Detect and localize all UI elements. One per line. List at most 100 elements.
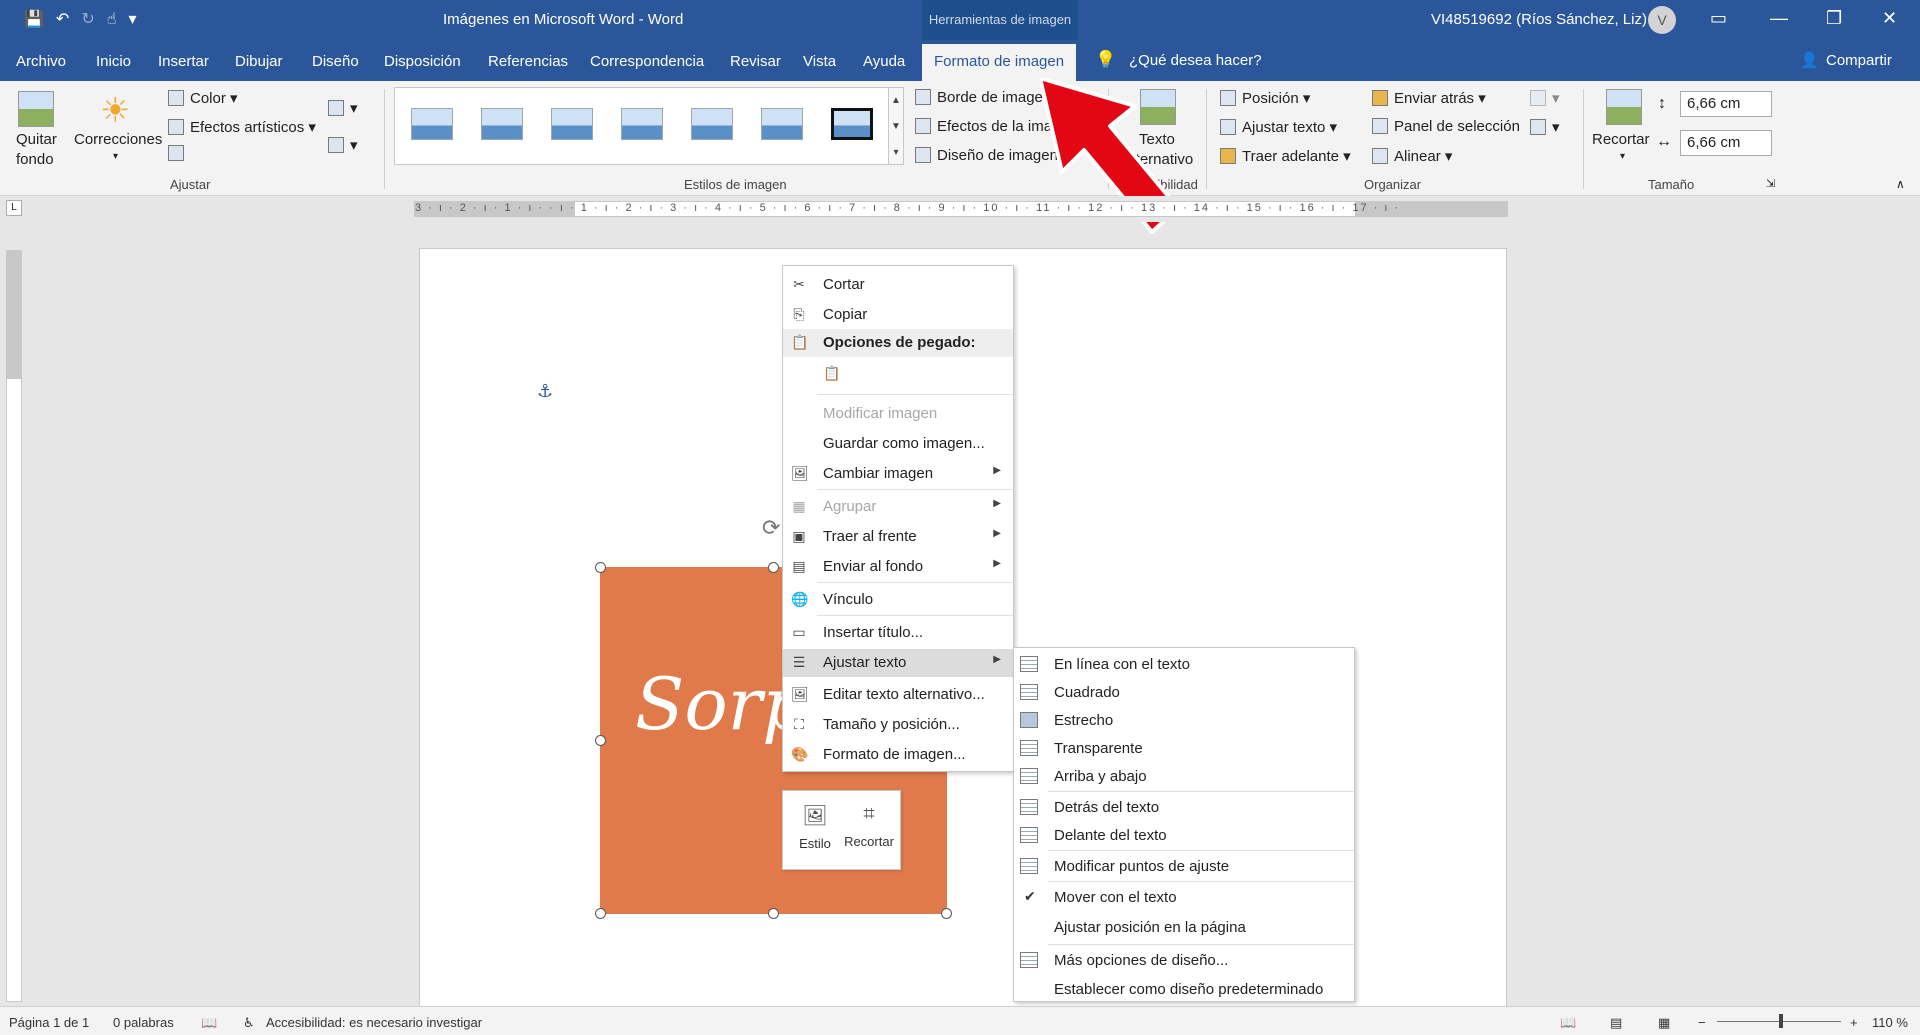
print-layout-icon[interactable]: ▤: [1610, 1015, 1622, 1031]
compress-pictures-button[interactable]: ▾: [328, 99, 358, 117]
redo-icon[interactable]: ↻: [81, 9, 94, 29]
style-thumb-7[interactable]: [831, 108, 873, 140]
tab-archivo[interactable]: Archivo: [16, 53, 66, 70]
close-icon[interactable]: ✕: [1882, 8, 1897, 29]
menu-item-formato-imagen[interactable]: 🎨 Formato de imagen...: [783, 741, 1013, 769]
horizontal-ruler[interactable]: 3 · ı · 2 · ı · 1 · ı · · ı · 1 · ı · 2 …: [414, 201, 1508, 217]
menu-item-editar-alt[interactable]: 🖼 Editar texto alternativo...: [783, 681, 1013, 709]
tab-correspondencia[interactable]: Correspondencia: [590, 53, 704, 70]
crop-dropdown-icon[interactable]: ▾: [1620, 151, 1625, 162]
tab-formato-imagen[interactable]: Formato de imagen: [922, 44, 1077, 81]
tab-insertar[interactable]: Insertar: [158, 53, 209, 70]
style-thumb-2[interactable]: [481, 108, 523, 140]
wrap-text-button[interactable]: Ajustar texto ▾: [1220, 118, 1337, 136]
tab-ayuda[interactable]: Ayuda: [863, 53, 905, 70]
wrap-transparente[interactable]: Transparente: [1014, 735, 1354, 763]
align-button[interactable]: Alinear ▾: [1372, 147, 1452, 165]
crop-mini-button[interactable]: ⌗ Recortar: [843, 803, 895, 849]
menu-item-copiar[interactable]: ⎘ Copiar: [783, 301, 1013, 329]
read-mode-icon[interactable]: 📖: [1560, 1015, 1576, 1031]
tab-referencias[interactable]: Referencias: [488, 53, 568, 70]
page-count[interactable]: Página 1 de 1: [9, 1015, 89, 1030]
remove-background-label[interactable]: Quitar: [16, 131, 57, 148]
style-thumb-4[interactable]: [621, 108, 663, 140]
size-dialog-launcher-icon[interactable]: ⇲: [1766, 177, 1775, 190]
wrap-modificar-puntos[interactable]: Modificar puntos de ajuste: [1014, 853, 1354, 881]
undo-icon[interactable]: ↶: [56, 9, 69, 29]
wrap-detras[interactable]: Detrás del texto: [1014, 794, 1354, 822]
ribbon-display-icon[interactable]: ▭: [1710, 8, 1727, 29]
tell-me-search[interactable]: ¿Qué desea hacer?: [1129, 52, 1262, 69]
tab-diseno[interactable]: Diseño: [312, 53, 359, 70]
wrap-cuadrado[interactable]: Cuadrado: [1014, 679, 1354, 707]
artistic-effects-button[interactable]: Efectos artísticos ▾: [168, 118, 316, 136]
style-thumb-5[interactable]: [691, 108, 733, 140]
send-backward-button[interactable]: Enviar atrás ▾: [1372, 89, 1486, 107]
anchor-icon[interactable]: ⚓: [537, 381, 553, 402]
rotation-handle[interactable]: ⟳: [762, 515, 780, 541]
remove-background-icon[interactable]: [18, 91, 54, 127]
proofing-icon[interactable]: 📖: [201, 1015, 217, 1031]
zoom-slider-thumb[interactable]: [1779, 1014, 1783, 1028]
touch-mode-icon[interactable]: ☝: [107, 9, 117, 29]
picture-layout-button[interactable]: Diseño de imagen: [915, 147, 1058, 164]
group-button[interactable]: ▾: [1530, 89, 1560, 107]
rotate-button[interactable]: ▾: [1530, 118, 1560, 136]
height-input[interactable]: 6,66 cm: [1680, 91, 1772, 117]
accessibility-status[interactable]: Accesibilidad: es necesario investigar: [266, 1015, 482, 1030]
menu-item-cambiar-imagen[interactable]: 🖼 Cambiar imagen ▶: [783, 460, 1013, 488]
resize-handle-bl[interactable]: [595, 908, 606, 919]
customize-qat-icon[interactable]: ▾: [128, 9, 136, 29]
transparency-button[interactable]: [168, 145, 190, 162]
tab-dibujar[interactable]: Dibujar: [235, 53, 283, 70]
corrections-dropdown-icon[interactable]: ▾: [113, 151, 118, 162]
user-name[interactable]: VI48519692 (Ríos Sánchez, Liz): [1431, 11, 1647, 28]
wrap-establecer-predeterminado[interactable]: Establecer como diseño predeterminado: [1014, 976, 1354, 1004]
corrections-icon[interactable]: ☀: [100, 91, 130, 131]
zoom-out-icon[interactable]: −: [1698, 1015, 1706, 1030]
menu-item-guardar-imagen[interactable]: Guardar como imagen...: [783, 430, 1013, 458]
menu-item-enviar-fondo[interactable]: ▤ Enviar al fondo ▶: [783, 553, 1013, 581]
style-button[interactable]: 🖼 Estilo: [789, 803, 841, 851]
restore-icon[interactable]: ❐: [1826, 8, 1842, 29]
zoom-in-icon[interactable]: +: [1850, 1015, 1858, 1030]
tab-selector[interactable]: L: [6, 200, 22, 216]
wrap-mover-con-texto[interactable]: ✔ Mover con el texto: [1014, 884, 1354, 912]
gallery-scroll[interactable]: ▲ ▼ ▾: [888, 87, 904, 165]
menu-item-traer-frente[interactable]: ▣ Traer al frente ▶: [783, 523, 1013, 551]
minimize-icon[interactable]: —: [1770, 8, 1788, 29]
menu-item-cortar[interactable]: ✂ Cortar: [783, 271, 1013, 299]
wrap-delante[interactable]: Delante del texto: [1014, 822, 1354, 850]
selection-pane-button[interactable]: Panel de selección: [1372, 118, 1520, 135]
wrap-ajustar-posicion[interactable]: Ajustar posición en la página: [1014, 914, 1354, 942]
resize-handle-b[interactable]: [768, 908, 779, 919]
avatar[interactable]: V: [1648, 6, 1676, 34]
resize-handle-l[interactable]: [595, 735, 606, 746]
paste-option-picture[interactable]: 📋: [783, 359, 1013, 391]
vertical-ruler[interactable]: [6, 250, 22, 1002]
word-count[interactable]: 0 palabras: [113, 1015, 174, 1030]
resize-handle-tl[interactable]: [595, 562, 606, 573]
style-thumb-3[interactable]: [551, 108, 593, 140]
menu-item-vinculo[interactable]: 🌐 Vínculo: [783, 586, 1013, 614]
style-thumb-1[interactable]: [411, 108, 453, 140]
picture-border-button[interactable]: Borde de imagen: [915, 89, 1051, 106]
wrap-mas-opciones[interactable]: Más opciones de diseño...: [1014, 947, 1354, 975]
wrap-estrecho[interactable]: Estrecho: [1014, 707, 1354, 735]
menu-item-insertar-titulo[interactable]: ▭ Insertar título...: [783, 619, 1013, 647]
accessibility-icon[interactable]: ♿: [243, 1015, 255, 1031]
crop-button[interactable]: Recortar: [1592, 131, 1650, 148]
bring-forward-button[interactable]: Traer adelante ▾: [1220, 147, 1351, 165]
resize-handle-br[interactable]: [941, 908, 952, 919]
save-icon[interactable]: 💾: [24, 9, 44, 29]
tab-disposicion[interactable]: Disposición: [384, 53, 461, 70]
crop-icon[interactable]: [1606, 89, 1642, 125]
remove-background-label-2[interactable]: fondo: [16, 151, 54, 168]
collapse-ribbon-icon[interactable]: ∧: [1896, 177, 1905, 191]
wrap-en-linea[interactable]: En línea con el texto: [1014, 651, 1354, 679]
reset-picture-button[interactable]: ▾: [328, 136, 358, 154]
position-button[interactable]: Posición ▾: [1220, 89, 1310, 107]
resize-handle-t[interactable]: [768, 562, 779, 573]
menu-item-tamano-posicion[interactable]: ⛶ Tamaño y posición...: [783, 711, 1013, 739]
style-thumb-6[interactable]: [761, 108, 803, 140]
